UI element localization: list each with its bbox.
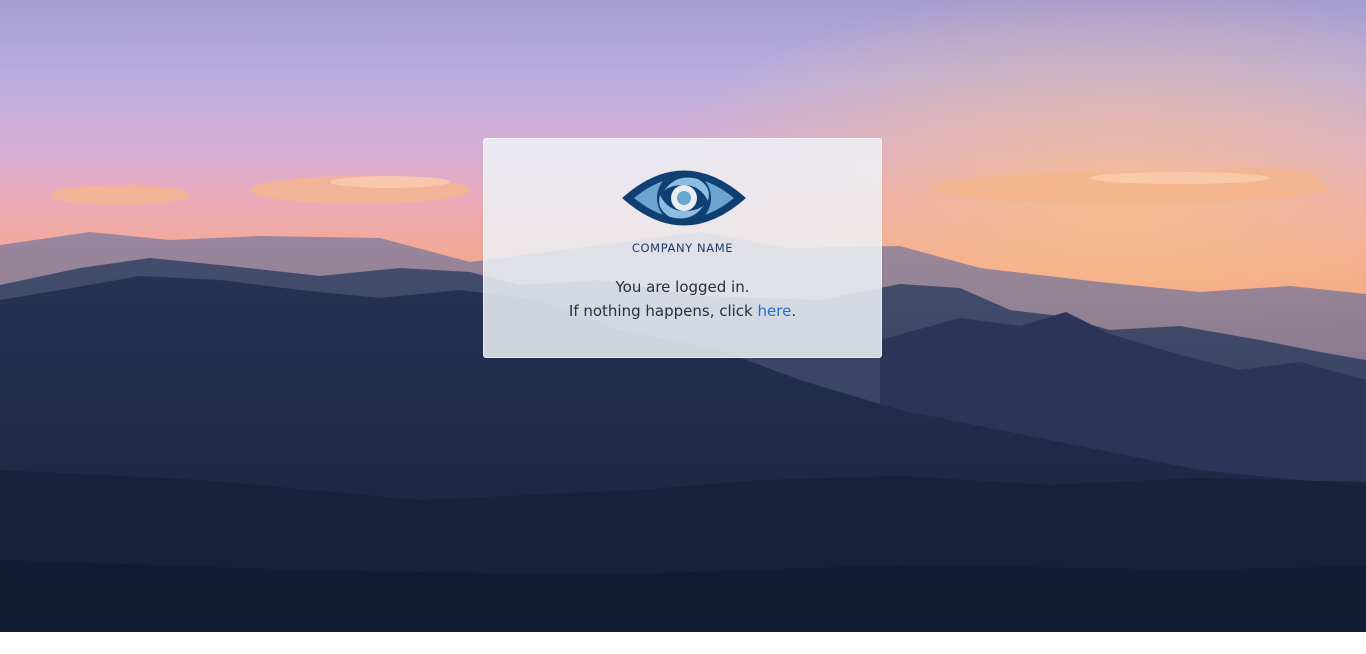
company-name: COMPANY NAME	[631, 241, 734, 255]
redirect-message: If nothing happens, click here.	[484, 299, 881, 323]
eye-icon	[622, 170, 746, 226]
redirect-message-suffix: .	[791, 302, 797, 320]
redirect-message-prefix: If nothing happens, click	[568, 302, 758, 320]
login-status-card: COMPANY NAME You are logged in. If nothi…	[483, 138, 882, 358]
redirect-link[interactable]: here	[758, 302, 792, 320]
logged-in-message: You are logged in.	[615, 278, 750, 296]
